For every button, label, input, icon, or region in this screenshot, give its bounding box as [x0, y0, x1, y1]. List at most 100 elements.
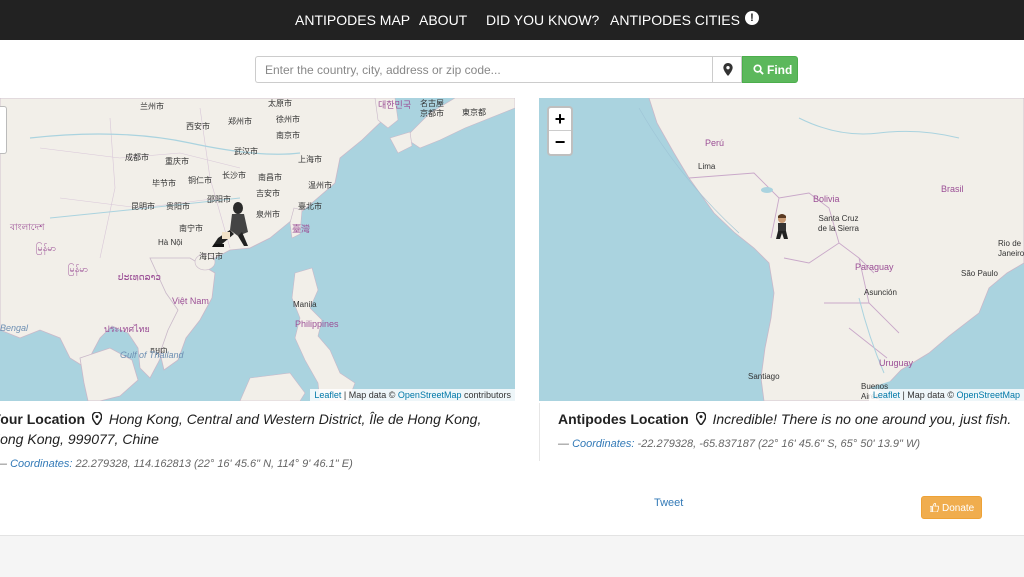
zoom-control: + −: [547, 106, 573, 156]
map-label: 上海市: [298, 155, 322, 164]
map-label: Uruguay: [879, 358, 914, 368]
map-label: 温州市: [308, 181, 332, 190]
map-label: 重庆市: [165, 157, 189, 166]
map-label: Việt Nam: [172, 296, 209, 306]
map-marker-icon: [723, 63, 733, 76]
attribution-separator: | Map data ©: [899, 390, 957, 400]
zoom-in-button[interactable]: +: [549, 108, 571, 131]
map-label: ປະເທດລາວ: [118, 272, 162, 282]
map-label: 铜仁市: [188, 176, 212, 185]
map-label: Santa Cruz de la Sierra: [818, 214, 859, 233]
map-label: မြန်မာ: [36, 243, 57, 253]
map-label: Perú: [705, 138, 725, 148]
map-label: ประเทศไทย: [104, 324, 150, 334]
map-label: Asunción: [864, 288, 897, 297]
openstreetmap-link[interactable]: OpenStreetMap: [956, 390, 1020, 400]
map-label: 太原市: [268, 99, 292, 108]
map-marker-icon: [91, 412, 102, 425]
map-label: Gulf of Thailand: [120, 350, 184, 360]
person-marker-icon: [212, 202, 248, 247]
map-label: Santiago: [748, 372, 780, 381]
map-label: 兰州市: [140, 102, 164, 111]
map-label: Bengal: [0, 323, 29, 333]
your-location-coordinates: — Coordinates: 22.279328, 114.162813 (22…: [0, 458, 353, 470]
map-label: 南昌市: [258, 173, 282, 182]
map-label: Manila: [293, 300, 317, 309]
coords-label: Coordinates:: [572, 438, 635, 450]
coords-prefix: —: [0, 458, 10, 470]
nav-antipodes-cities[interactable]: ANTIPODES CITIES: [610, 12, 740, 28]
column-divider: [539, 403, 540, 461]
map-label: 郑州市: [228, 117, 252, 126]
map-label: Brasil: [941, 184, 964, 194]
openstreetmap-link[interactable]: OpenStreetMap: [398, 390, 462, 400]
map-label: 대한민국: [378, 100, 412, 110]
coords-value: 22.279328, 114.162813 (22° 16' 45.6" N, …: [75, 458, 353, 470]
top-navbar: ANTIPODES MAP ABOUT DID YOU KNOW? ANTIPO…: [0, 0, 1024, 40]
person-marker-icon: [776, 214, 788, 239]
map-attribution: Leaflet | Map data © OpenStreetMap contr…: [310, 389, 515, 401]
your-location-address-line2: Hong Kong, 999077, Chine: [0, 431, 159, 447]
map-label: 武汉市: [234, 147, 258, 156]
map-attribution: Leaflet | Map data © OpenStreetMap: [868, 389, 1024, 401]
map-label: မြန်မာ: [68, 264, 89, 274]
map-label: 泉州市: [256, 210, 280, 219]
map-label: Rio de Janeiro: [998, 239, 1024, 258]
map-label: 徐州市: [276, 115, 300, 124]
map-label: 长沙市: [222, 171, 246, 180]
map-label: 臺灣: [292, 224, 311, 234]
attribution-separator: | Map data ©: [341, 390, 398, 400]
coords-label: Coordinates:: [10, 458, 73, 470]
map-label: 贵阳市: [166, 202, 190, 211]
map-tiles: [539, 98, 1024, 401]
antipodes-location-title: Antipodes Location: [558, 411, 689, 427]
search-icon: [753, 64, 764, 75]
your-location-title: Your Location: [0, 411, 86, 427]
antipodes-location-address: Incredible! There is no one around you, …: [712, 411, 1012, 427]
map-tiles: [0, 98, 515, 401]
map-label: 吉安市: [256, 189, 280, 198]
tweet-button[interactable]: Tweet: [654, 497, 683, 509]
coords-value: -22.279328, -65.837187 (22° 16' 45.6" S,…: [637, 438, 921, 450]
map-label: 海口市: [199, 252, 223, 261]
map-label: Hà Nội: [158, 238, 183, 247]
search-input[interactable]: [255, 56, 713, 83]
map-label: Lima: [698, 162, 716, 171]
map-label: São Paulo: [961, 269, 998, 278]
donate-button[interactable]: Donate: [921, 496, 982, 519]
exclamation-circle-icon[interactable]: !: [745, 11, 759, 25]
your-location-heading: Your Location Hong Kong, Central and Wes…: [0, 411, 481, 427]
map-label: 京都市: [420, 109, 444, 118]
antipodes-location-coordinates: — Coordinates: -22.279328, -65.837187 (2…: [558, 438, 920, 450]
nav-antipodes-map[interactable]: ANTIPODES MAP: [295, 12, 410, 28]
antipodes-map[interactable]: + − Perú Lima Bolivia Santa Cruz de la S…: [539, 98, 1024, 401]
antipodes-location-heading: Antipodes Location Incredible! There is …: [558, 411, 1011, 427]
map-label: 昆明市: [131, 202, 155, 211]
map-label: 成都市: [125, 153, 149, 162]
thumbs-up-icon: [930, 503, 939, 512]
zoom-out-button[interactable]: −: [549, 131, 571, 154]
find-label: Find: [767, 63, 793, 77]
find-button[interactable]: Find: [742, 56, 798, 83]
map-label: 臺北市: [298, 202, 322, 211]
your-location-address-line1: Hong Kong, Central and Western District,…: [108, 411, 482, 427]
leaflet-link[interactable]: Leaflet: [873, 390, 900, 400]
coords-prefix: —: [558, 438, 569, 450]
map-label: বাংলাদেশ: [10, 222, 45, 232]
map-label: 東京都: [462, 108, 486, 117]
donate-label: Donate: [942, 503, 975, 514]
attribution-suffix: contributors: [461, 390, 511, 400]
map-marker-icon: [695, 412, 706, 425]
footer: [0, 535, 1024, 577]
map-label: 南宁市: [179, 224, 203, 233]
your-location-map[interactable]: 兰州市 太原市 郑州市 西安市 徐州市 南京市 武汉市 成都市 重庆市 上海市 …: [0, 98, 515, 401]
map-label: 南京市: [276, 131, 300, 140]
map-label: Paraguay: [855, 262, 894, 272]
nav-did-you-know[interactable]: DID YOU KNOW?: [486, 12, 599, 28]
map-label: 毕节市: [152, 179, 176, 188]
map-label: Bolivia: [813, 194, 840, 204]
nav-about[interactable]: ABOUT: [419, 12, 467, 28]
zoom-control[interactable]: [0, 106, 7, 154]
leaflet-link[interactable]: Leaflet: [314, 390, 341, 400]
locate-button[interactable]: [712, 56, 742, 83]
